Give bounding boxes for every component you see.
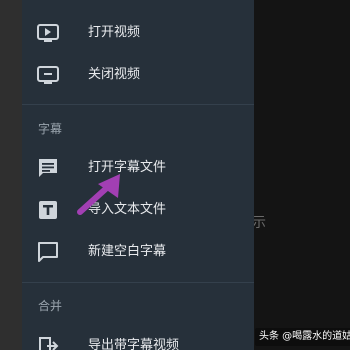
annotation-arrow [77, 174, 120, 215]
watermark: 头条 @喝露水的道姑 [255, 328, 350, 346]
